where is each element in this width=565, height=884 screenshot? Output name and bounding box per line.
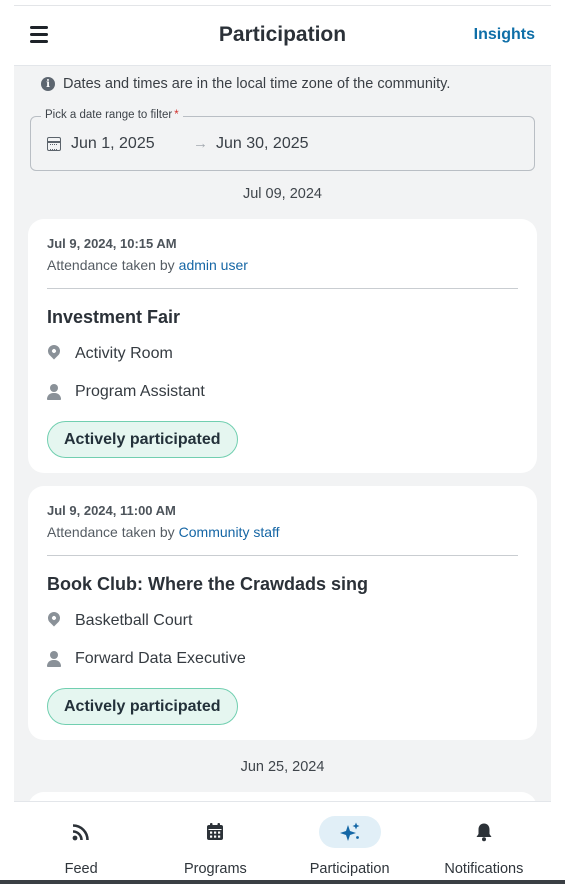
end-date-input[interactable]: Jun 30, 2025 [216, 135, 309, 153]
insights-link[interactable]: Insights [474, 26, 535, 44]
participation-card[interactable]: Jul 9, 2024, 11:00 AM Attendance taken b… [28, 486, 537, 740]
record-timestamp: Jul 9, 2024, 11:00 AM [47, 503, 176, 518]
staff-text: Forward Data Executive [75, 650, 246, 667]
group-date-header: Jul 09, 2024 [242, 186, 322, 202]
event-staff: Program Assistant [47, 383, 205, 401]
nav-label: Feed [64, 861, 98, 877]
record-timestamp: Jul 9, 2024, 10:15 AM [47, 236, 177, 251]
nav-participation[interactable]: Participation [283, 802, 417, 880]
nav-feed[interactable]: Feed [14, 802, 148, 880]
nav-notifications[interactable]: Notifications [417, 802, 551, 880]
participation-card[interactable]: Jul 9, 2024, 10:15 AM Attendance taken b… [28, 219, 537, 473]
nav-programs[interactable]: Programs [148, 802, 282, 880]
calendar-icon [184, 816, 246, 848]
attendance-taken-by: Attendance taken by admin user [47, 257, 248, 273]
event-name: Investment Fair [47, 307, 181, 327]
date-range-label: Pick a date range to filter * [41, 109, 183, 121]
taken-by-user-link[interactable]: admin user [179, 257, 248, 273]
top-bar: Participation Insights [14, 6, 551, 66]
participation-status-badge: Actively participated [47, 421, 238, 458]
taken-by-user-link[interactable]: Community staff [179, 524, 280, 540]
required-mark: * [174, 109, 179, 121]
staff-text: Program Assistant [75, 383, 205, 400]
location-pin-icon [45, 342, 63, 363]
event-staff: Forward Data Executive [47, 650, 246, 668]
attendance-taken-by: Attendance taken by Community staff [47, 524, 280, 540]
event-location: Activity Room [45, 342, 173, 363]
person-icon [47, 383, 61, 401]
screen-bottom-edge [0, 880, 565, 884]
timezone-notice: i Dates and times are in the local time … [41, 76, 450, 92]
date-range-picker[interactable]: Pick a date range to filter * Jun 1, 2025… [30, 109, 535, 171]
range-arrow-icon: → [193, 135, 208, 152]
location-pin-icon [45, 609, 63, 630]
info-icon: i [41, 77, 55, 91]
event-name: Book Club: Where the Crawdads sing [47, 574, 369, 594]
nav-label: Notifications [444, 861, 524, 877]
rss-icon [50, 816, 112, 848]
event-location: Basketball Court [45, 609, 193, 630]
divider [47, 555, 518, 556]
bottom-navigation: Feed Programs Participation Notification… [14, 801, 551, 880]
location-text: Basketball Court [75, 612, 193, 629]
group-date-header: Jun 25, 2024 [240, 759, 325, 775]
page-title: Participation [218, 23, 347, 46]
bell-icon [453, 816, 515, 848]
nav-label: Participation [309, 861, 390, 877]
start-date-input[interactable]: Jun 1, 2025 [71, 135, 155, 153]
participation-status-badge: Actively participated [47, 688, 238, 725]
location-text: Activity Room [75, 345, 173, 362]
divider [47, 288, 518, 289]
calendar-icon [47, 137, 61, 151]
nav-label: Programs [183, 861, 247, 877]
app-frame: Participation Insights i Dates and times… [14, 5, 551, 880]
person-icon [47, 650, 61, 668]
sparkle-icon [318, 816, 381, 848]
timezone-notice-text: Dates and times are in the local time zo… [63, 76, 451, 92]
